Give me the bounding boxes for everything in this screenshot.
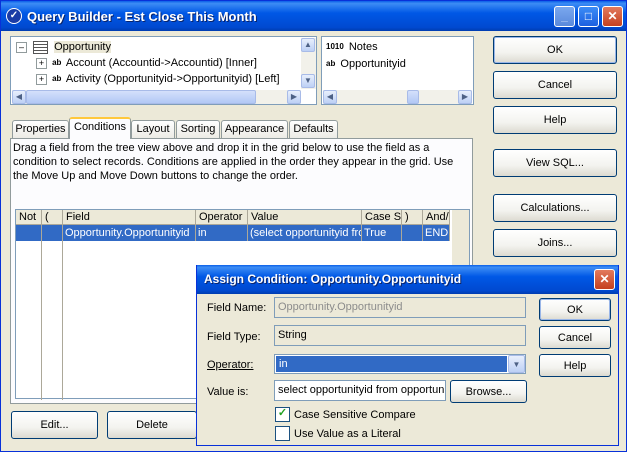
tab-sorting[interactable]: Sorting xyxy=(176,120,220,138)
scroll-up-icon[interactable]: ▲ xyxy=(301,38,315,52)
cell-open-paren[interactable] xyxy=(42,225,63,241)
cell-case[interactable]: True xyxy=(362,225,402,241)
scroll-left-icon[interactable]: ◀ xyxy=(323,90,337,104)
column-header-close-paren[interactable]: ) xyxy=(402,210,423,225)
view-sql-button[interactable]: View SQL... xyxy=(493,149,617,177)
chevron-down-icon[interactable]: ▼ xyxy=(508,355,525,373)
literal-label: Use Value as a Literal xyxy=(294,427,401,440)
calculations-button[interactable]: Calculations... xyxy=(493,194,617,222)
help-button[interactable]: Help xyxy=(493,106,617,134)
field-item-label: Notes xyxy=(348,41,378,53)
tree-item-opportunity[interactable]: – Opportunity xyxy=(16,39,111,55)
value-label: Value is: xyxy=(207,386,249,398)
value-input[interactable]: select opportunityid from opportunit xyxy=(274,380,446,401)
tree-item-label: Opportunity xyxy=(54,41,111,53)
edit-button[interactable]: Edit... xyxy=(11,411,98,439)
ok-button[interactable]: OK xyxy=(493,36,617,64)
dialog-close-button[interactable]: ✕ xyxy=(594,269,615,290)
dialog-title-bar[interactable]: Assign Condition: Opportunity.Opportunit… xyxy=(197,265,618,294)
string-field-icon: ab xyxy=(326,59,336,69)
operator-select[interactable]: in ▼ xyxy=(274,354,526,374)
column-header-and-or[interactable]: And/( xyxy=(423,210,450,225)
column-header-value[interactable]: Value xyxy=(248,210,362,225)
scroll-down-icon[interactable]: ▼ xyxy=(301,74,315,88)
dialog-title: Assign Condition: Opportunity.Opportunit… xyxy=(204,272,462,286)
title-bar[interactable]: ✓ Query Builder - Est Close This Month _… xyxy=(1,1,626,31)
expand-icon[interactable]: + xyxy=(36,73,47,85)
field-type-icon: ab xyxy=(52,58,62,68)
tree-item-label: Account (Accountid->Accountid) [Inner] xyxy=(65,57,257,69)
column-header-not[interactable]: Not xyxy=(16,210,42,225)
field-name-field: Opportunity.Opportunityid xyxy=(274,297,526,318)
browse-button[interactable]: Browse... xyxy=(450,380,527,403)
minimize-button[interactable]: _ xyxy=(554,6,575,27)
field-item-label: Opportunityid xyxy=(340,58,406,70)
maximize-button[interactable]: □ xyxy=(578,6,599,27)
scroll-right-icon[interactable]: ▶ xyxy=(458,90,472,104)
tab-conditions[interactable]: Conditions xyxy=(69,117,131,139)
tree-item-activity[interactable]: + ab Activity (Opportunityid->Opportunit… xyxy=(36,71,280,87)
operator-selected-value: in xyxy=(276,356,507,372)
app-icon: ✓ xyxy=(6,8,22,24)
literal-checkbox[interactable] xyxy=(275,426,290,441)
table-icon xyxy=(33,40,49,54)
tree-item-account[interactable]: + ab Account (Accountid->Accountid) [Inn… xyxy=(36,55,257,71)
field-list[interactable]: 1010 Notes ab Opportunityid ◀ ▶ xyxy=(321,36,474,105)
case-sensitive-option[interactable]: ✓ Case Sensitive Compare xyxy=(275,407,416,422)
dialog-ok-button[interactable]: OK xyxy=(539,298,611,321)
column-header-field[interactable]: Field xyxy=(63,210,196,225)
tab-layout[interactable]: Layout xyxy=(131,120,175,138)
cell-operator[interactable]: in xyxy=(196,225,248,241)
close-button[interactable]: ✕ xyxy=(602,6,623,27)
column-header-case[interactable]: Case S xyxy=(362,210,402,225)
assign-condition-dialog: Assign Condition: Opportunity.Opportunit… xyxy=(196,265,619,446)
field-name-label: Field Name: xyxy=(207,302,267,314)
column-header-operator[interactable]: Operator xyxy=(196,210,248,225)
tree-item-label: Activity (Opportunityid->Opportunityid) … xyxy=(65,73,280,85)
field-list-horizontal-scrollbar[interactable]: ◀ ▶ xyxy=(323,90,472,104)
literal-option[interactable]: Use Value as a Literal xyxy=(275,426,401,441)
dialog-help-button[interactable]: Help xyxy=(539,354,611,377)
cell-not[interactable] xyxy=(16,225,42,241)
tree-horizontal-scrollbar[interactable]: ◀ ▶ xyxy=(12,90,301,104)
scroll-thumb[interactable] xyxy=(407,90,419,104)
table-tree-view[interactable]: – Opportunity + ab Account (Accountid->A… xyxy=(10,36,317,105)
tab-defaults[interactable]: Defaults xyxy=(289,120,338,138)
cell-close-paren[interactable] xyxy=(402,225,423,241)
tab-appearance[interactable]: Appearance xyxy=(221,120,288,138)
field-type-label: Field Type: xyxy=(207,331,261,343)
case-sensitive-label: Case Sensitive Compare xyxy=(294,408,416,421)
cell-and-or[interactable]: END xyxy=(423,225,450,241)
field-item-notes[interactable]: 1010 Notes xyxy=(324,39,378,55)
tab-properties[interactable]: Properties xyxy=(12,120,69,138)
operator-label: Operator: xyxy=(207,359,254,371)
conditions-instructions: Drag a field from the tree view above an… xyxy=(13,142,454,182)
cell-field[interactable]: Opportunity.Opportunityid xyxy=(63,225,196,241)
joins-button[interactable]: Joins... xyxy=(493,229,617,257)
scroll-right-icon[interactable]: ▶ xyxy=(287,90,301,104)
tree-vertical-scrollbar[interactable]: ▲ ▼ xyxy=(301,38,316,89)
scroll-thumb[interactable] xyxy=(26,90,256,104)
case-sensitive-checkbox[interactable]: ✓ xyxy=(275,407,290,422)
cell-value[interactable]: (select opportunityid from xyxy=(248,225,362,241)
expand-icon[interactable]: + xyxy=(36,57,47,69)
memo-field-icon: 1010 xyxy=(326,42,344,52)
field-item-opportunityid[interactable]: ab Opportunityid xyxy=(324,56,406,72)
field-type-field: String xyxy=(274,325,526,346)
field-type-icon: ab xyxy=(52,74,62,84)
collapse-icon[interactable]: – xyxy=(16,41,27,53)
grid-column-divider xyxy=(62,225,63,400)
scroll-left-icon[interactable]: ◀ xyxy=(12,90,26,104)
cancel-button[interactable]: Cancel xyxy=(493,71,617,99)
grid-column-divider xyxy=(41,225,42,400)
delete-button[interactable]: Delete xyxy=(107,411,197,439)
window-title: Query Builder - Est Close This Month xyxy=(27,9,257,24)
column-header-open-paren[interactable]: ( xyxy=(42,210,63,225)
dialog-cancel-button[interactable]: Cancel xyxy=(539,326,611,349)
